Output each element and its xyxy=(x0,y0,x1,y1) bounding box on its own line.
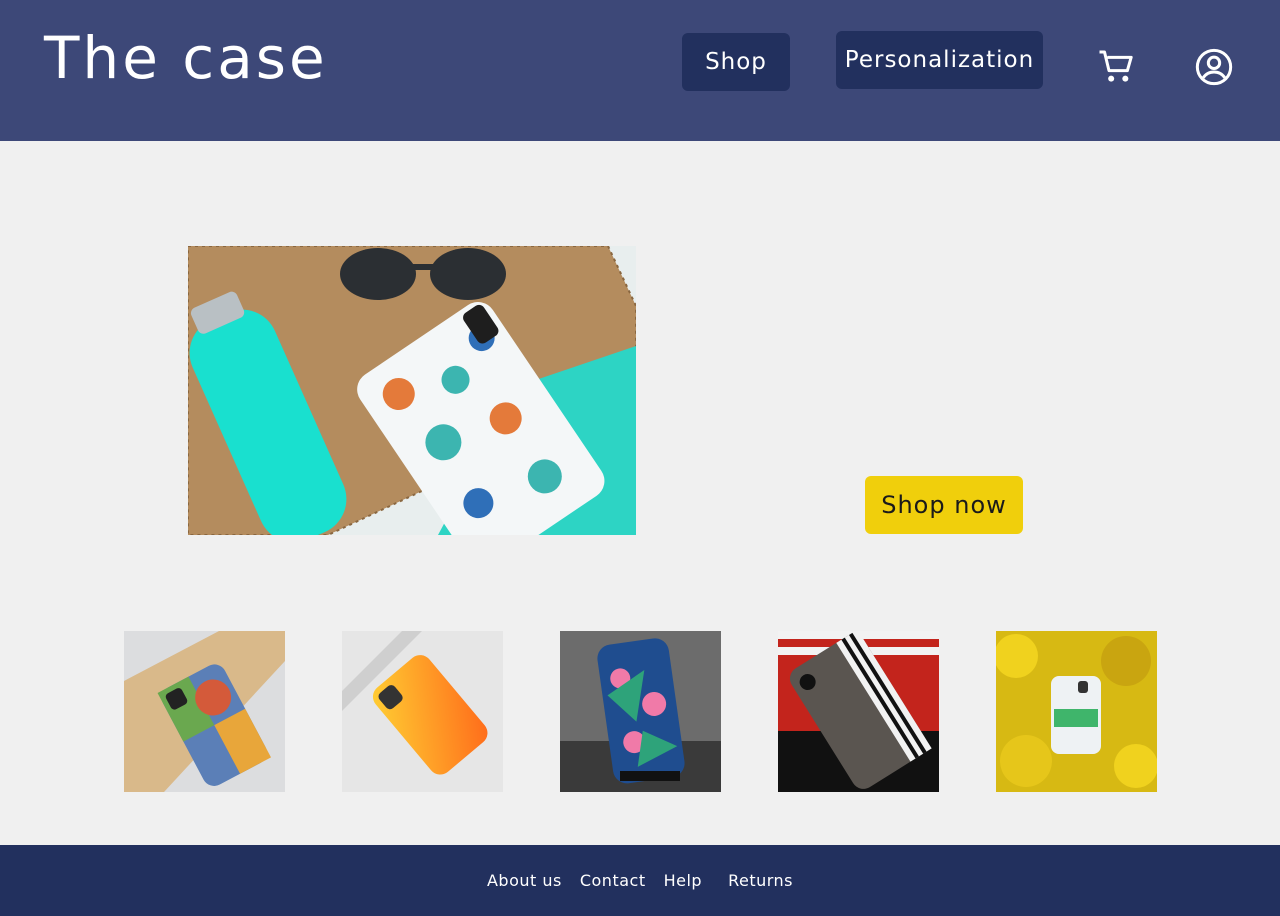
footer-link-contact[interactable]: Contact xyxy=(580,871,646,890)
footer-link-about[interactable]: About us xyxy=(487,871,562,890)
hero-image xyxy=(188,246,636,535)
shop-now-button[interactable]: Shop now xyxy=(865,476,1023,534)
product-thumbnail[interactable] xyxy=(778,631,939,792)
cart-icon[interactable] xyxy=(1095,45,1139,89)
footer-link-returns[interactable]: Returns xyxy=(728,871,793,890)
product-photo xyxy=(124,631,285,792)
brand-logo[interactable]: The case xyxy=(44,24,328,92)
account-icon-svg xyxy=(1195,48,1233,86)
nav-personalization-button[interactable]: Personalization xyxy=(836,31,1043,89)
nav-shop-button[interactable]: Shop xyxy=(682,33,790,91)
cart-icon-svg xyxy=(1099,50,1133,82)
product-photo xyxy=(778,631,939,792)
hero-photo xyxy=(188,246,636,535)
product-thumbnail[interactable] xyxy=(560,631,721,792)
site-footer: About us Contact Help Returns xyxy=(0,845,1280,916)
product-photo xyxy=(560,631,721,792)
product-photo xyxy=(342,631,503,792)
account-icon[interactable] xyxy=(1192,45,1236,89)
product-thumbnail[interactable] xyxy=(124,631,285,792)
product-thumbnail[interactable] xyxy=(996,631,1157,792)
product-thumbnail[interactable] xyxy=(342,631,503,792)
product-photo xyxy=(996,631,1157,792)
footer-link-help[interactable]: Help xyxy=(664,871,702,890)
site-header: The case Shop Personalization xyxy=(0,0,1280,141)
